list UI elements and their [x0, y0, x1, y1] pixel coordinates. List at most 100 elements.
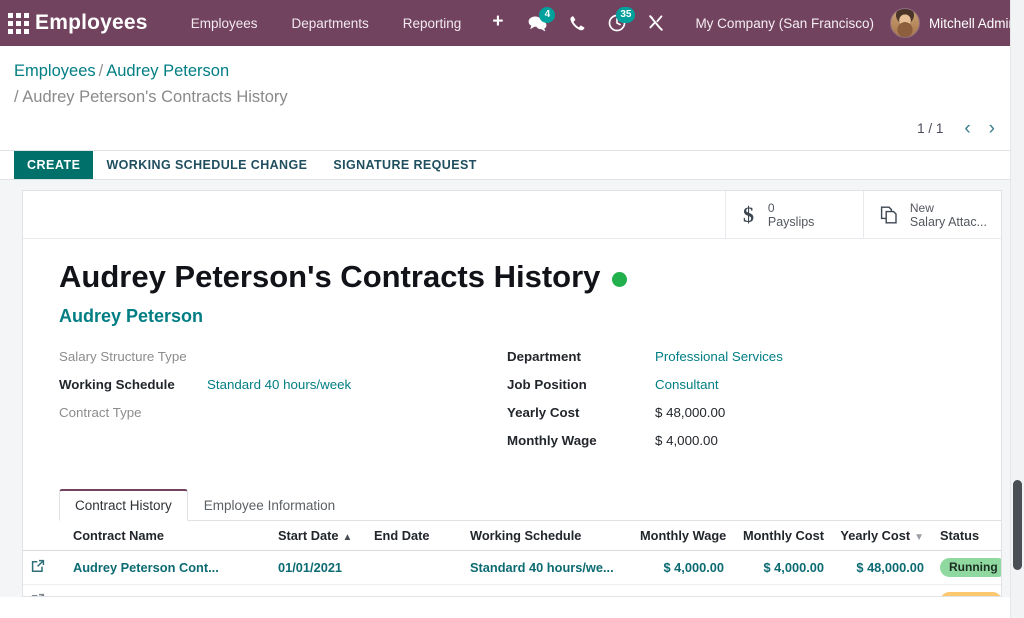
menu-item-departments[interactable]: Departments: [274, 10, 385, 37]
row-open-cell: [23, 584, 65, 596]
cell-start-date: 01/01/2021: [270, 550, 366, 585]
menu-item-employees[interactable]: Employees: [174, 10, 275, 37]
col-monthly-cost[interactable]: Monthly Cost: [732, 521, 832, 551]
cell-monthly-cost: $ 4,000.00: [732, 550, 832, 585]
field-label: Yearly Cost: [507, 405, 580, 420]
pager-next-button[interactable]: ›: [982, 117, 1002, 140]
col-start-date[interactable]: Start Date ▲: [270, 521, 366, 551]
notebook-tabs: Contract History Employee Information: [59, 489, 1001, 521]
cell-yearly-cost: $ 45,000.00: [832, 584, 932, 596]
col-end-date[interactable]: End Date: [366, 521, 462, 551]
cell-status: Expired: [932, 584, 1001, 596]
add-menu-plus-icon[interactable]: +: [478, 10, 517, 36]
dollar-icon: $: [742, 203, 759, 227]
cell-status: Running: [932, 550, 1001, 585]
messages-badge: 4: [539, 7, 556, 23]
salary-attachment-value: New: [909, 200, 934, 215]
working-schedule-change-button[interactable]: WORKING SCHEDULE CHANGE: [93, 151, 320, 179]
tab-contract-history[interactable]: Contract History: [59, 489, 188, 521]
page-scrollbar[interactable]: [1010, 0, 1024, 618]
pager-count: 1 / 1: [917, 120, 944, 136]
field-label: Monthly Wage: [507, 433, 597, 448]
phone-icon[interactable]: [557, 3, 597, 43]
field-label: Job Position: [507, 377, 587, 392]
col-yearly-cost[interactable]: Yearly Cost ▼: [832, 521, 932, 551]
activity-clock-icon[interactable]: 35: [597, 3, 637, 43]
table-header-row: Contract Name Start Date ▲ End Date Worki…: [23, 521, 1001, 551]
external-link-icon[interactable]: [31, 593, 45, 596]
field-value[interactable]: Standard 40 hours/week: [207, 377, 351, 392]
user-menu[interactable]: Mitchell Admin: [890, 8, 1018, 38]
col-working-schedule[interactable]: Working Schedule: [462, 521, 632, 551]
cell-monthly-cost: $ 3,750.00: [732, 584, 832, 596]
signature-request-button[interactable]: SIGNATURE REQUEST: [320, 151, 489, 179]
sort-ascending-icon: ▲: [342, 531, 353, 543]
col-yearly-cost-label: Yearly Cost: [840, 527, 911, 543]
main-menu: Employees Departments Reporting +: [174, 10, 518, 37]
avatar: [890, 8, 920, 38]
col-monthly-wage[interactable]: Monthly Wage: [632, 521, 732, 551]
breadcrumb-line-1: Employees / Audrey Peterson: [14, 60, 1024, 82]
status-badge: Running: [940, 558, 1001, 577]
field-value[interactable]: Professional Services: [655, 349, 783, 364]
record-header: Audrey Peterson's Contracts History Audr…: [23, 239, 1001, 327]
field-label: Salary Structure Type: [59, 349, 187, 364]
breadcrumb-parent-link[interactable]: Audrey Peterson: [106, 62, 229, 80]
cell-start-date: 01/01/2015: [270, 584, 366, 596]
form-sheet-background: $ 0 Payslips New Salary Attac... Audrey …: [0, 180, 1024, 597]
col-start-date-label: Start Date: [278, 527, 339, 543]
cell-monthly-wage: $ 3,750.00: [632, 584, 732, 596]
form-column-right: Department Professional Services Job Pos…: [507, 349, 955, 461]
company-switcher[interactable]: My Company (San Francisco): [677, 16, 890, 31]
stat-button-payslips[interactable]: $ 0 Payslips: [724, 191, 863, 238]
payslips-count: 0: [767, 200, 775, 215]
apps-grid-icon[interactable]: [8, 9, 29, 37]
cell-contract-name: Audrey Peterson Contr...: [65, 584, 270, 596]
page-scrollbar-thumb[interactable]: [1013, 480, 1022, 570]
pager-previous-button[interactable]: ‹: [957, 117, 977, 140]
breadcrumb-root-link[interactable]: Employees: [14, 62, 96, 80]
row-open-cell: [23, 550, 65, 585]
col-status[interactable]: Status: [932, 521, 1001, 551]
cell-end-date: 12/01/2017: [366, 584, 462, 596]
external-link-icon[interactable]: [31, 559, 45, 576]
tools-wrench-icon[interactable]: [637, 3, 677, 43]
status-badge: Expired: [940, 592, 1001, 596]
activity-badge: 35: [616, 7, 636, 23]
field-salary-structure-type: Salary Structure Type: [59, 349, 507, 377]
messages-icon[interactable]: 4: [517, 3, 557, 43]
field-value: $ 48,000.00: [655, 405, 726, 420]
documents-copy-icon: [880, 204, 901, 226]
cell-monthly-wage: $ 4,000.00: [632, 550, 732, 585]
svg-text:$: $: [743, 203, 754, 227]
field-label: Contract Type: [59, 405, 142, 420]
breadcrumb: Employees / Audrey Peterson / Audrey Peter…: [0, 46, 1024, 109]
app-brand-title[interactable]: Employees: [35, 11, 148, 35]
cell-yearly-cost: $ 48,000.00: [832, 550, 932, 585]
col-contract-name[interactable]: Contract Name: [65, 521, 270, 551]
payslips-label: Payslips: [767, 214, 815, 229]
breadcrumb-separator: /: [98, 62, 104, 80]
page-title: Audrey Peterson's Contracts History: [59, 259, 1001, 295]
field-value[interactable]: Consultant: [655, 377, 719, 392]
stat-button-salary-attachment[interactable]: New Salary Attac...: [862, 191, 1001, 238]
tab-employee-information[interactable]: Employee Information: [188, 489, 351, 521]
cell-working-schedule: Standard 40 hours/we...: [462, 550, 632, 585]
stat-button-box: $ 0 Payslips New Salary Attac...: [23, 191, 1001, 239]
breadcrumb-current: / Audrey Peterson's Contracts History: [14, 88, 288, 106]
table-row[interactable]: Audrey Peterson Cont... 01/01/2021 Stand…: [23, 550, 1001, 585]
form-fields: Salary Structure Type Working Schedule S…: [23, 327, 1001, 461]
employee-link[interactable]: Audrey Peterson: [59, 306, 1001, 327]
field-label: Department: [507, 349, 581, 364]
systray: 4 35 My Company (San Francisco) Mitchell…: [517, 3, 1018, 43]
field-label: Working Schedule: [59, 377, 175, 392]
contract-history-table: Contract Name Start Date ▲ End Date Worki…: [23, 521, 1001, 596]
form-sheet: $ 0 Payslips New Salary Attac... Audrey …: [22, 190, 1002, 597]
table-row[interactable]: Audrey Peterson Contr... 01/01/2015 12/0…: [23, 584, 1001, 596]
field-working-schedule: Working Schedule Standard 40 hours/week: [59, 377, 507, 405]
menu-item-reporting[interactable]: Reporting: [386, 10, 479, 37]
field-yearly-cost: Yearly Cost $ 48,000.00: [507, 405, 955, 433]
user-name-label: Mitchell Admin: [929, 15, 1017, 31]
field-value: $ 4,000.00: [655, 433, 718, 448]
create-button[interactable]: CREATE: [14, 151, 94, 179]
